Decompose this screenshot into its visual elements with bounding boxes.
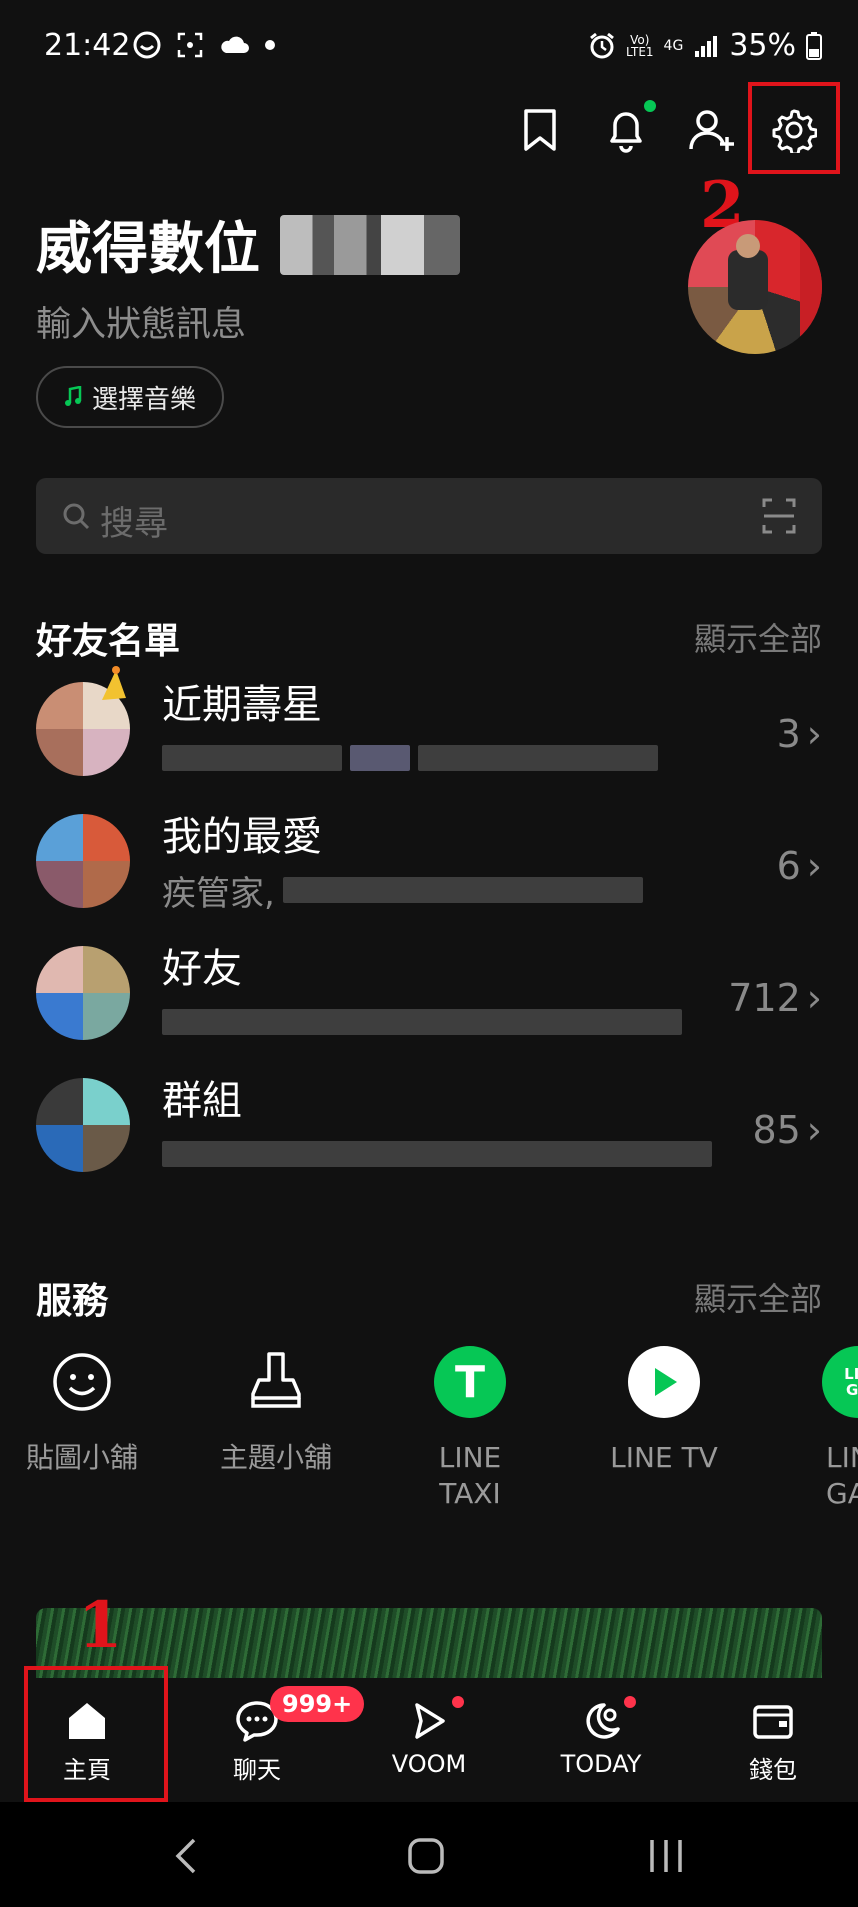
today-icon bbox=[536, 1698, 666, 1744]
services-section-title: 服務 bbox=[36, 1281, 109, 1322]
status-notification-icons bbox=[132, 30, 276, 60]
status-right: Vo) LTE1 4G 35% bbox=[588, 28, 822, 63]
notification-dot bbox=[644, 100, 656, 112]
service-sticker-shop[interactable]: 貼圖小舖 bbox=[0, 1346, 172, 1476]
select-music-button[interactable]: 選擇音樂 bbox=[36, 366, 225, 428]
wallet-icon bbox=[708, 1698, 838, 1744]
friend-row-count: 85 › bbox=[752, 1108, 822, 1152]
music-note-icon bbox=[65, 386, 82, 406]
line-taxi-icon: T bbox=[434, 1346, 506, 1418]
service-line-taxi[interactable]: T LINE TAXI bbox=[380, 1346, 560, 1512]
party-hat-icon bbox=[102, 666, 126, 700]
bell-icon bbox=[610, 112, 642, 153]
friends-avatar bbox=[36, 946, 130, 1040]
chevron-right-icon: › bbox=[806, 844, 822, 888]
friend-row-friends[interactable]: 好友 712 › bbox=[36, 930, 822, 1062]
friend-row-count: 6 › bbox=[776, 844, 822, 888]
network-label: Vo) LTE1 bbox=[625, 32, 654, 59]
chevron-right-icon: › bbox=[806, 712, 822, 756]
voom-icon bbox=[364, 1698, 494, 1744]
chevron-right-icon: › bbox=[806, 1108, 822, 1152]
friend-row-title: 好友 bbox=[162, 946, 242, 992]
status-time: 21:42 bbox=[44, 28, 131, 63]
nav-voom-label: VOOM bbox=[391, 1750, 467, 1778]
line-tv-icon bbox=[628, 1346, 700, 1418]
battery-icon bbox=[806, 31, 822, 60]
service-label: LIN GA bbox=[826, 1441, 858, 1510]
nav-chat-label: 聊天 bbox=[233, 1756, 281, 1784]
service-label: LINE TV bbox=[610, 1441, 718, 1474]
notifications-button[interactable] bbox=[596, 100, 656, 160]
friend-row-birthdays[interactable]: 近期壽星 3 › bbox=[36, 666, 822, 798]
nav-wallet-label: 錢包 bbox=[749, 1756, 797, 1784]
bookmark-icon bbox=[524, 109, 556, 151]
bottom-navigation: 主頁 聊天 999+ VOOM TODAY 錢包 bbox=[0, 1666, 858, 1802]
friend-row-groups[interactable]: 群組 85 › bbox=[36, 1062, 822, 1194]
signal-icon bbox=[695, 35, 718, 57]
service-line-games[interactable]: LIN GA LIN GA bbox=[768, 1346, 858, 1512]
settings-icon bbox=[772, 109, 817, 153]
smiley-icon bbox=[46, 1346, 118, 1418]
friend-row-preview bbox=[162, 1138, 712, 1170]
nav-voom[interactable]: VOOM bbox=[364, 1678, 494, 1802]
recents-icon[interactable] bbox=[646, 1836, 686, 1876]
cloud-status-icon bbox=[221, 36, 249, 53]
scan-icon bbox=[762, 498, 796, 534]
nav-wallet[interactable]: 錢包 bbox=[708, 1678, 838, 1802]
battery-percent: 35% bbox=[729, 28, 796, 63]
back-icon[interactable] bbox=[172, 1836, 202, 1876]
add-friend-button[interactable] bbox=[682, 100, 742, 160]
friend-row-title: 我的最愛 bbox=[162, 814, 322, 860]
friends-show-all[interactable]: 顯示全部 bbox=[694, 614, 822, 660]
select-music-label: 選擇音樂 bbox=[92, 384, 197, 415]
service-line-tv[interactable]: LINE TV bbox=[574, 1346, 754, 1476]
add-friend-icon bbox=[689, 110, 734, 151]
step-1-label: 1 bbox=[78, 1588, 123, 1663]
redacted-name bbox=[280, 214, 460, 275]
nav-chat[interactable]: 聊天 999+ bbox=[192, 1678, 365, 1802]
search-icon bbox=[63, 503, 90, 530]
service-theme-shop[interactable]: 主題小舖 bbox=[186, 1346, 366, 1476]
service-label: 貼圖小舖 bbox=[25, 1441, 138, 1474]
friend-row-title: 近期壽星 bbox=[162, 682, 322, 728]
system-navigation bbox=[0, 1802, 858, 1907]
profile-avatar[interactable] bbox=[688, 220, 822, 354]
settings-button[interactable] bbox=[764, 100, 824, 160]
friend-row-title: 群組 bbox=[162, 1078, 242, 1124]
friend-row-preview bbox=[162, 742, 658, 774]
today-dot bbox=[624, 1696, 636, 1708]
service-label: 主題小舖 bbox=[219, 1441, 332, 1474]
home-highlight bbox=[24, 1666, 168, 1802]
chat-unread-badge: 999+ bbox=[270, 1686, 365, 1722]
brush-icon bbox=[240, 1346, 312, 1418]
friend-row-count: 3 › bbox=[776, 712, 822, 756]
profile-name-text: 威得數位 bbox=[36, 217, 260, 282]
service-label: LINE TAXI bbox=[438, 1441, 502, 1510]
friend-row-favorites[interactable]: 我的最愛 疾管家, 6 › bbox=[36, 798, 822, 930]
chevron-right-icon: › bbox=[806, 976, 822, 1020]
profile-name[interactable]: 威得數位 bbox=[36, 204, 460, 285]
services-show-all[interactable]: 顯示全部 bbox=[694, 1274, 822, 1320]
search-placeholder: 搜尋 bbox=[100, 504, 168, 544]
screenshot-status-icon bbox=[177, 32, 203, 58]
dot-status-icon bbox=[265, 40, 275, 50]
favorites-avatar bbox=[36, 814, 130, 908]
home-system-icon[interactable] bbox=[406, 1836, 446, 1876]
friend-row-preview bbox=[162, 1006, 682, 1038]
bookmark-button[interactable] bbox=[510, 100, 570, 160]
alarm-icon bbox=[590, 32, 614, 58]
search-bar[interactable]: 搜尋 bbox=[36, 478, 822, 554]
nav-today-label: TODAY bbox=[560, 1750, 642, 1778]
friend-row-count: 712 › bbox=[728, 976, 822, 1020]
groups-avatar bbox=[36, 1078, 130, 1172]
nav-today[interactable]: TODAY bbox=[536, 1678, 666, 1802]
friends-section-title: 好友名單 bbox=[36, 621, 181, 662]
voom-dot bbox=[452, 1696, 464, 1708]
network-type: 4G bbox=[663, 37, 684, 54]
line-games-icon: LIN GA bbox=[822, 1346, 858, 1418]
status-message[interactable]: 輸入狀態訊息 bbox=[36, 296, 246, 347]
smiley-status-icon bbox=[133, 31, 161, 59]
friend-row-preview: 疾管家, bbox=[162, 874, 643, 914]
